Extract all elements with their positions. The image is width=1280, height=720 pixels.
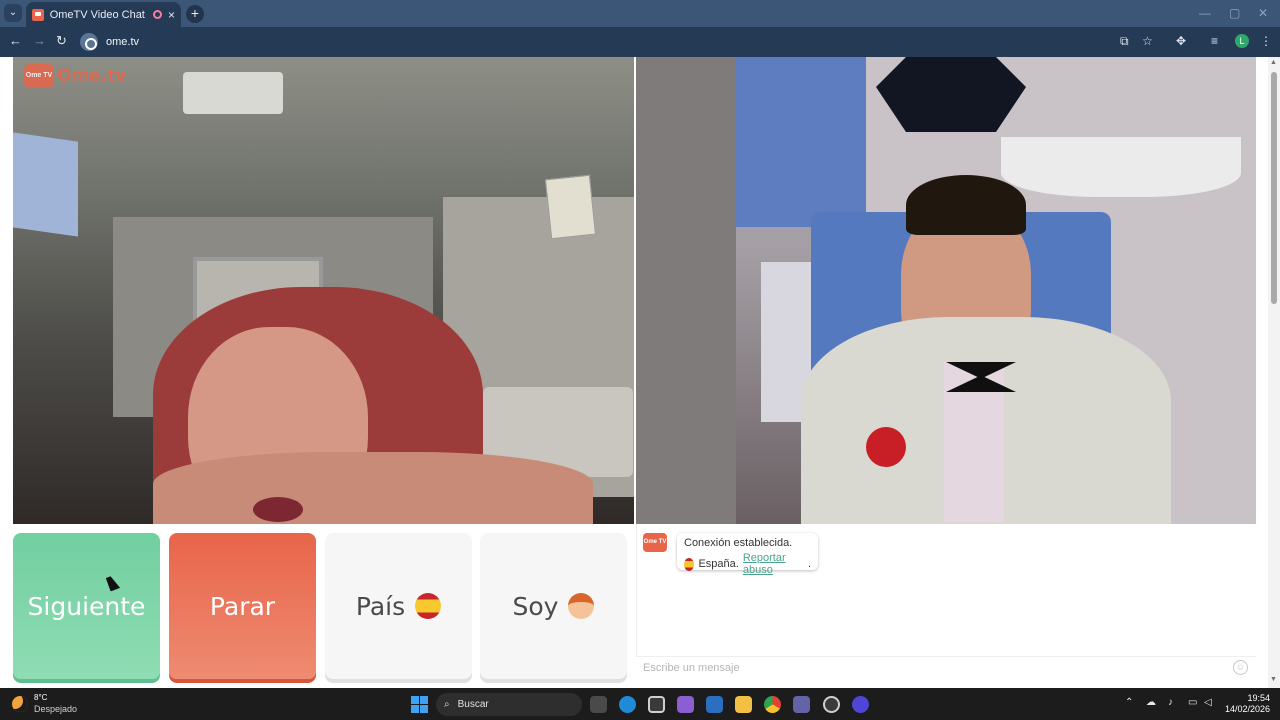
message-input[interactable]: Escribe un mensaje (636, 656, 1256, 680)
scrollbar-thumb[interactable] (1271, 72, 1277, 304)
taskbar (0, 688, 1280, 720)
network-icon[interactable]: ▭ (1188, 697, 1197, 708)
tab-close-icon[interactable]: × (168, 8, 175, 22)
recording-indicator-icon (153, 10, 162, 19)
country-filter-button[interactable]: País (325, 533, 472, 679)
tab-title: OmeTV Video Chat — Ome (49, 8, 147, 21)
gender-button[interactable]: Soy (480, 533, 627, 679)
new-tab-button[interactable]: + (186, 5, 204, 23)
show-hidden-icons[interactable]: ⌃ (1125, 697, 1133, 708)
media-control-icon[interactable]: ≡ (1211, 34, 1218, 48)
search-icon: ⌕ (444, 699, 450, 710)
ometv-logo: Ome TV Ome.tv (24, 64, 126, 88)
close-window-icon[interactable]: ✕ (1258, 6, 1268, 20)
chrome-icon[interactable] (764, 696, 781, 713)
assistant-app-icon[interactable] (852, 696, 869, 713)
weather-condition: Despejado (34, 704, 78, 714)
next-button-label: Siguiente (27, 591, 146, 621)
stop-button[interactable]: Parar (169, 533, 316, 679)
logo-badge: Ome TV (24, 64, 54, 88)
menu-kebab-icon[interactable]: ⋮ (1260, 34, 1272, 48)
extensions-icon[interactable]: ✥ (1176, 34, 1186, 48)
stop-button-label: Parar (209, 591, 276, 621)
connection-status: Conexión establecida. (684, 537, 793, 549)
temperature: 8°C (34, 693, 48, 702)
partner-country: España. (698, 558, 739, 570)
wall-picture (544, 174, 597, 240)
clock-time[interactable]: 19:54 (1222, 693, 1270, 703)
store-icon[interactable] (648, 696, 665, 713)
volume-icon[interactable]: ◁ (1204, 697, 1212, 708)
system-message: Conexión establecida. España. Reportar a… (677, 533, 818, 576)
emoji-picker-icon[interactable]: ☺ (1233, 660, 1248, 675)
gender-button-label: Soy (512, 591, 559, 621)
bookmark-star-icon[interactable]: ☆ (1142, 34, 1153, 48)
address-bar: ← → ↻ ome.tv ⧉ ☆ ✥ ≡ ⋮ (0, 27, 1280, 57)
spain-flag-icon (684, 557, 695, 571)
boy-emoji-icon (568, 593, 595, 619)
spain-flag-icon (415, 593, 442, 619)
scroll-down-icon[interactable]: ▼ (1270, 676, 1277, 683)
onedrive-icon[interactable]: ☁ (1146, 697, 1156, 708)
self-hair (906, 175, 1026, 235)
rose (866, 427, 906, 467)
weather-moon-icon[interactable] (12, 696, 28, 712)
cast-icon[interactable]: ⧉ (1120, 34, 1129, 49)
report-suffix: . (807, 558, 811, 570)
person-mouth (253, 497, 303, 522)
profile-avatar[interactable]: L (1235, 34, 1249, 48)
visual-studio-icon[interactable] (677, 696, 694, 713)
teams-icon[interactable] (793, 696, 810, 713)
ceiling-light (183, 72, 283, 114)
report-abuse-link[interactable]: Reportar abuso (743, 552, 804, 576)
edge-icon[interactable] (619, 696, 636, 713)
mail-icon[interactable] (706, 696, 723, 713)
next-button[interactable]: Siguiente (13, 533, 160, 679)
tab-search-icon[interactable]: ⌄ (4, 4, 22, 22)
taskbar-search[interactable]: ⌕ Buscar (436, 693, 582, 716)
clock-date[interactable]: 14/02/2026 (1222, 704, 1270, 714)
site-info-icon[interactable] (80, 33, 98, 51)
stranger-video (13, 57, 634, 524)
tab-strip: ⌄ OmeTV Video Chat — Ome × + — ▢ ✕ (0, 0, 1280, 27)
wall-left (636, 57, 736, 524)
reload-icon[interactable]: ↻ (56, 33, 67, 49)
blue-cabinet (736, 57, 866, 227)
back-icon[interactable]: ← (9, 33, 22, 48)
tab-ometv[interactable]: OmeTV Video Chat — Ome × (26, 2, 181, 27)
taskbar-search-label: Buscar (457, 699, 489, 710)
logo-text: Ome.tv (57, 66, 127, 86)
task-view-icon[interactable] (590, 696, 607, 713)
ometv-favicon-icon (32, 8, 44, 21)
file-explorer-icon[interactable] (735, 696, 752, 713)
url-text: ome.tv (106, 36, 140, 48)
country-button-label: País (355, 591, 406, 621)
maximize-icon[interactable]: ▢ (1229, 6, 1240, 20)
ometv-app-icon[interactable] (823, 696, 840, 713)
tv-screen (13, 132, 78, 237)
start-button[interactable] (411, 696, 428, 713)
omnibox[interactable]: ome.tv (80, 31, 1180, 53)
scroll-up-icon[interactable]: ▲ (1270, 59, 1277, 66)
minimize-icon[interactable]: — (1199, 6, 1211, 20)
self-video (636, 57, 1256, 524)
forward-icon[interactable]: → (33, 33, 46, 48)
ometv-chat-avatar: Ome TV (643, 533, 667, 552)
microphone-icon[interactable]: ♪ (1168, 697, 1173, 708)
person-shoulders (153, 452, 593, 524)
hex-decor (876, 57, 1026, 132)
banner (1001, 137, 1241, 197)
